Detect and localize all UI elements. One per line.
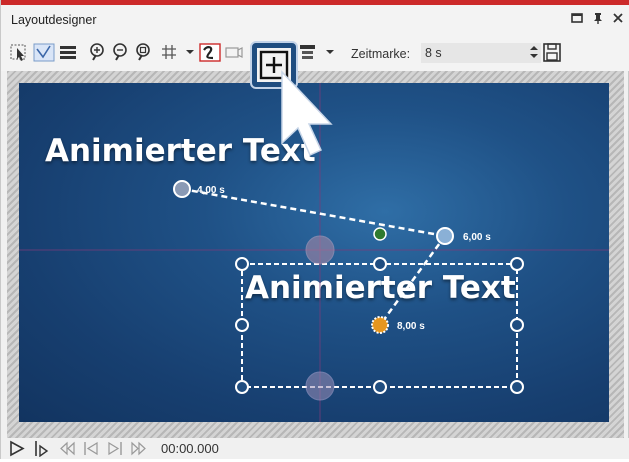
motion-path-segment bbox=[378, 235, 447, 326]
resize-handle bbox=[235, 257, 249, 271]
keyframe-8s bbox=[371, 316, 389, 334]
keyframe-4s bbox=[173, 180, 191, 198]
anchor-handle bbox=[305, 235, 335, 265]
rotation-handle bbox=[305, 371, 335, 401]
resize-handle bbox=[373, 257, 387, 271]
pointer-cursor-icon bbox=[281, 70, 333, 156]
playback-bar: 00:00.000 bbox=[1, 438, 629, 459]
resize-handle bbox=[510, 257, 524, 271]
keyframe-label-8s: 8,00 s bbox=[397, 321, 425, 332]
resize-handle bbox=[235, 318, 249, 332]
resize-handle bbox=[235, 380, 249, 394]
resize-handle bbox=[373, 380, 387, 394]
resize-handle bbox=[510, 318, 524, 332]
layoutdesigner-window: Layoutdesigner Zeitmarke: 8 s Animierter… bbox=[0, 0, 629, 459]
keyframe-label-4s: 4,00 s bbox=[197, 185, 225, 196]
keyframe-label-6s: 6,00 s bbox=[463, 232, 491, 243]
resize-handle bbox=[510, 380, 524, 394]
time-readout: 00:00.000 bbox=[161, 441, 219, 456]
control-point bbox=[373, 227, 387, 241]
keyframe-6s bbox=[436, 227, 454, 245]
motion-path-segment bbox=[181, 187, 446, 238]
editor-overlay: 4,00 s 6,00 s 8,00 s bbox=[19, 41, 609, 422]
